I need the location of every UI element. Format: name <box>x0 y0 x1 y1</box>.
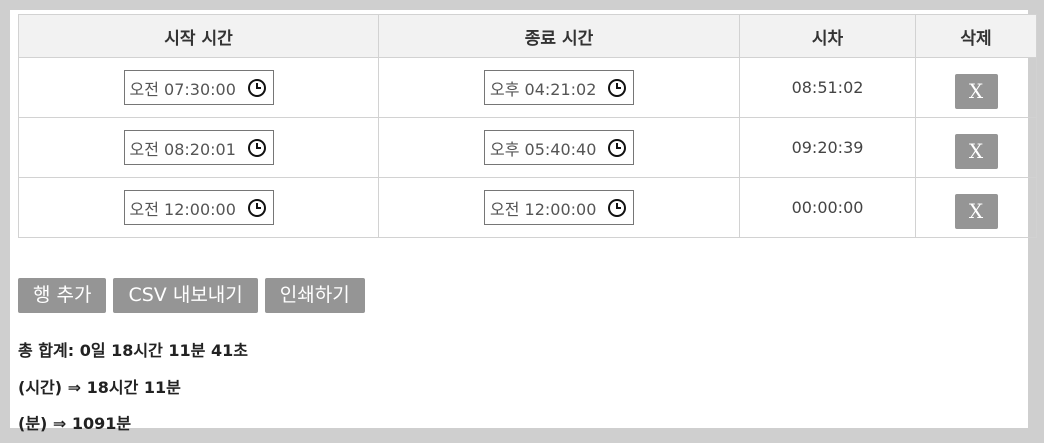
add-row-button[interactable]: 행 추가 <box>18 278 107 313</box>
end-time-cell: 오후 04:21:02 <box>378 57 740 118</box>
clock-icon[interactable] <box>247 138 267 158</box>
end-time-cell: 오후 05:40:40 <box>378 117 740 178</box>
end-time-input[interactable]: 오후 05:40:40 <box>484 130 634 165</box>
end-time-cell: 오전 12:00:00 <box>378 177 740 238</box>
delete-cell: X <box>915 57 1037 118</box>
table-row: 오전 12:00:00 오전 12:00:00 00:00:00 X <box>18 177 1037 238</box>
start-time-value: 오전 12:00:00 <box>129 199 236 219</box>
total-summary: 총 합계: 0일 18시간 11분 41초 <box>18 341 248 360</box>
start-time-value: 오전 08:20:01 <box>129 139 236 159</box>
delete-cell: X <box>915 177 1037 238</box>
start-time-cell: 오전 08:20:01 <box>18 117 379 178</box>
time-diff-cell: 08:51:02 <box>739 57 916 118</box>
start-time-cell: 오전 12:00:00 <box>18 177 379 238</box>
header-end-time: 종료 시간 <box>378 14 740 58</box>
end-time-value: 오후 04:21:02 <box>490 79 597 99</box>
delete-row-button[interactable]: X <box>954 194 998 229</box>
delete-row-button[interactable]: X <box>954 134 998 169</box>
header-delete: 삭제 <box>915 14 1037 58</box>
minutes-summary: (분) ⇒ 1091분 <box>18 414 132 433</box>
hours-summary: (시간) ⇒ 18시간 11분 <box>18 378 181 397</box>
end-time-input[interactable]: 오전 12:00:00 <box>484 190 634 225</box>
action-bar: 행 추가 CSV 내보내기 인쇄하기 <box>18 278 365 313</box>
clock-icon[interactable] <box>247 198 267 218</box>
start-time-input[interactable]: 오전 12:00:00 <box>123 190 274 225</box>
clock-icon[interactable] <box>607 138 627 158</box>
time-table: 시작 시간 종료 시간 시차 삭제 오전 07:30:00 오후 04:21:0… <box>18 14 1037 238</box>
clock-icon[interactable] <box>607 78 627 98</box>
start-time-value: 오전 07:30:00 <box>129 79 236 99</box>
calculator-panel: 시작 시간 종료 시간 시차 삭제 오전 07:30:00 오후 04:21:0… <box>10 10 1037 433</box>
header-time-diff: 시차 <box>739 14 916 58</box>
header-start-time: 시작 시간 <box>18 14 379 58</box>
time-diff-cell: 00:00:00 <box>739 177 916 238</box>
end-time-value: 오전 12:00:00 <box>490 199 597 219</box>
time-diff-cell: 09:20:39 <box>739 117 916 178</box>
delete-row-button[interactable]: X <box>954 74 998 109</box>
table-row: 오전 08:20:01 오후 05:40:40 09:20:39 X <box>18 117 1037 178</box>
clock-icon[interactable] <box>247 78 267 98</box>
end-time-value: 오후 05:40:40 <box>490 139 597 159</box>
delete-cell: X <box>915 117 1037 178</box>
print-button[interactable]: 인쇄하기 <box>264 278 365 313</box>
start-time-cell: 오전 07:30:00 <box>18 57 379 118</box>
table-row: 오전 07:30:00 오후 04:21:02 08:51:02 X <box>18 57 1037 118</box>
start-time-input[interactable]: 오전 07:30:00 <box>123 70 274 105</box>
end-time-input[interactable]: 오후 04:21:02 <box>484 70 634 105</box>
start-time-input[interactable]: 오전 08:20:01 <box>123 130 274 165</box>
clock-icon[interactable] <box>607 198 627 218</box>
export-csv-button[interactable]: CSV 내보내기 <box>113 278 258 313</box>
table-header-row: 시작 시간 종료 시간 시차 삭제 <box>18 14 1037 58</box>
